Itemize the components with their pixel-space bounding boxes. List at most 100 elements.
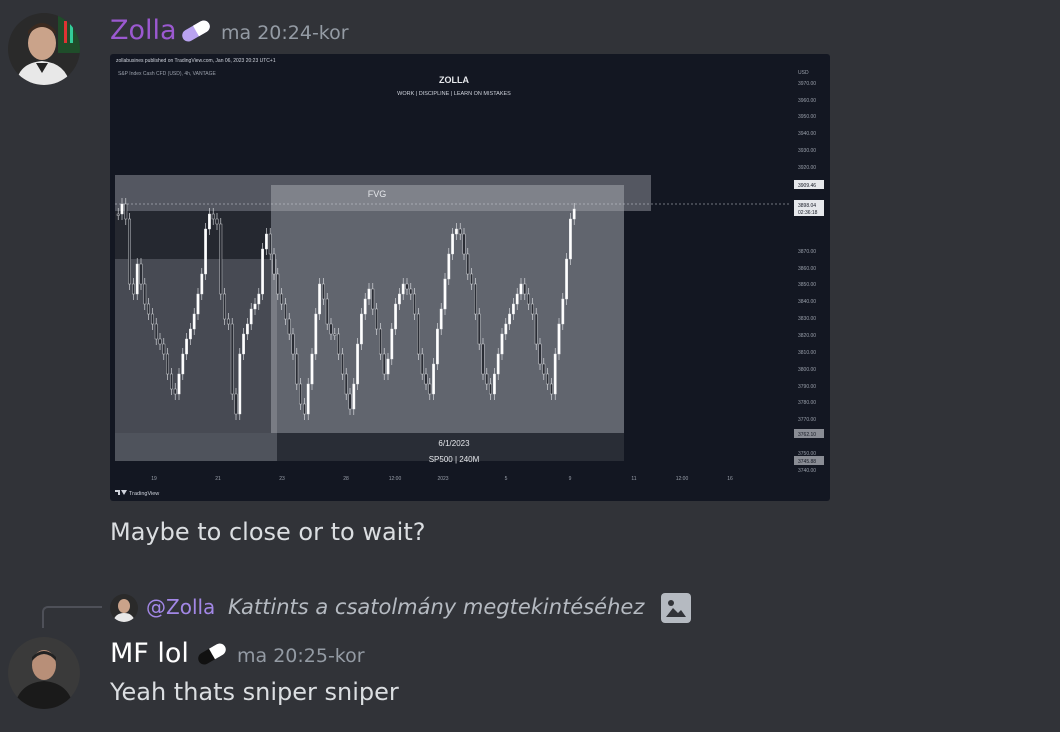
price-marker: 3909.46 [798,183,816,189]
image-icon[interactable] [661,593,691,623]
candle-body [359,313,363,345]
candle-body [226,318,230,325]
candle-body [493,373,496,395]
candle-body [447,253,451,280]
candle-body [261,248,264,295]
candle-body [508,313,511,325]
message-text: Yeah thats sniper sniper [110,678,399,706]
candle-body [280,293,283,305]
svg-text:12:00: 12:00 [676,476,689,482]
candle-body [162,343,166,355]
price-marker: 3898.04 [798,203,816,209]
candle-body [223,293,227,320]
candle-body [477,313,481,345]
candle-body [287,318,291,335]
candle-body [515,293,519,305]
candle-body [166,353,170,375]
svg-text:3840.00: 3840.00 [798,299,816,305]
chart-title: ZOLLA [439,75,469,85]
candle-body [135,263,139,295]
candle-body [409,288,413,295]
candle-body [557,323,561,355]
reply-preview[interactable]: Kattints a csatolmány megtekintéséhez [228,595,644,619]
date-label: 6/1/2023 [438,439,470,448]
candle-body [375,308,378,330]
zone-left-gray [115,259,277,433]
chart-subtitle: WORK | DISCIPLINE | LEARN ON MISTAKES [397,91,511,97]
reply-mention[interactable]: @Zolla [146,595,215,619]
candle-body [310,353,314,385]
tradingview-chart: zollabusines published on TradingView.co… [115,58,824,497]
candle-body [154,323,158,340]
candle-body [462,233,466,255]
time-axis: 19 21 23 28 12:00 2023 5 9 11 12:00 16 [151,476,733,482]
candle-body [458,228,462,235]
candle-body [143,283,147,305]
candle-body [424,373,428,385]
candle-body [283,303,287,320]
svg-text:11: 11 [631,476,636,482]
candle-body [481,343,485,375]
candle-body [245,323,249,335]
candle-body [534,313,538,345]
svg-text:3920.00: 3920.00 [798,165,816,171]
candle-body [238,353,242,415]
candle-body [132,283,135,295]
candle-body [215,218,219,225]
candle-body [428,383,432,395]
pill-icon [198,643,226,665]
candle-body [230,323,234,395]
candle-body [276,273,280,295]
svg-text:3810.00: 3810.00 [798,350,816,356]
candle-body [299,383,302,405]
price-marker: 3762.10 [798,432,816,438]
author-name[interactable]: MF lol [110,638,189,669]
candle-body [546,373,549,385]
avatar[interactable] [8,637,80,709]
candle-body [302,403,306,415]
candle-body [466,253,470,275]
timestamp[interactable]: ma 20:24-kor [221,22,349,44]
candle-body [348,393,352,410]
candle-body [242,333,245,355]
candle-body [158,338,162,345]
chart-symbol: S&P Index Cash CFD (USD), 4h, VANTAGE [118,71,216,77]
candle-body [344,373,348,395]
svg-text:3950.00: 3950.00 [798,114,816,120]
candle-body [151,313,154,325]
svg-text:3820.00: 3820.00 [798,333,816,339]
candle-body [219,223,223,295]
candle-body [390,328,394,360]
tradingview-logo-icon [115,490,127,495]
candle-body [356,343,359,385]
candle-body [538,343,542,365]
reply-connector [42,606,102,628]
candle-body [249,308,253,325]
candle-body [439,308,443,330]
chart-image-attachment[interactable]: zollabusines published on TradingView.co… [110,54,830,501]
candle-body [264,233,268,250]
candle-body [173,388,177,395]
candle-body [470,273,473,285]
price-marker: 3745.88 [798,459,816,465]
candle-body [139,263,143,285]
timestamp[interactable]: ma 20:25-kor [237,645,365,667]
svg-text:3870.00: 3870.00 [798,249,816,255]
candle-body [417,313,420,355]
author-name[interactable]: Zolla [110,15,177,46]
candle-body [268,233,272,255]
svg-text:3860.00: 3860.00 [798,266,816,272]
candle-body [432,363,435,395]
reply-avatar[interactable] [110,594,138,622]
candle-body [523,283,527,295]
candle-body [272,253,276,275]
candle-body [367,288,371,300]
candle-body [211,213,215,220]
avatar[interactable] [8,13,80,85]
candle-body [371,288,375,310]
candle-body [340,353,344,375]
candle-body [185,338,189,355]
candle-body [188,328,192,340]
candle-body [314,313,318,355]
svg-text:3960.00: 3960.00 [798,98,816,104]
